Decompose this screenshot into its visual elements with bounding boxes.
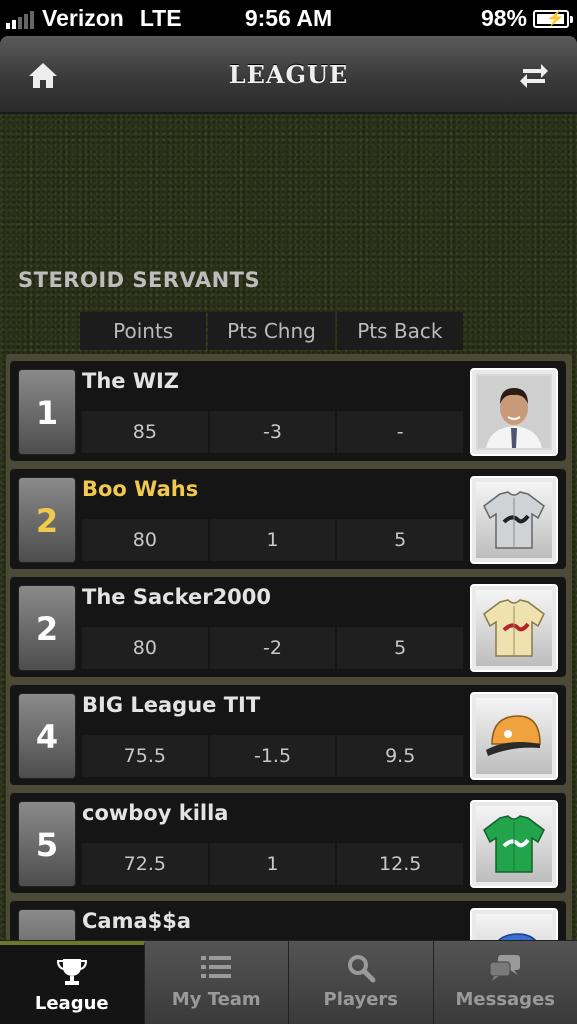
points-value: 85 — [82, 411, 208, 453]
team-name: The WIZ — [82, 369, 180, 393]
points-value: 80 — [82, 627, 208, 669]
rank-badge: 2 — [18, 585, 76, 671]
points-value: 72.5 — [82, 843, 208, 885]
chat-bubbles-icon — [434, 953, 577, 983]
tab-my-team[interactable]: My Team — [144, 941, 289, 1024]
rank-badge: 2 — [18, 477, 76, 563]
standings-row[interactable]: 2 The Sacker2000 80 -2 5 — [10, 577, 566, 677]
points-back-value: 9.5 — [337, 735, 464, 777]
points-back-value: 12.5 — [337, 843, 464, 885]
jersey-icon — [483, 815, 545, 873]
tab-label: Messages — [455, 989, 555, 1010]
league-name: STEROID SERVANTS — [18, 268, 261, 292]
team-avatar — [470, 800, 558, 888]
rank-badge: 1 — [18, 369, 76, 455]
tab-messages[interactable]: Messages — [433, 941, 577, 1024]
column-header-points[interactable]: Points — [80, 312, 207, 350]
points-value: 75.5 — [82, 735, 208, 777]
points-value: 80 — [82, 519, 208, 561]
list-icon — [145, 953, 289, 983]
team-name: Cama$$a — [82, 909, 192, 933]
standings-row[interactable]: 4 BIG League TIT 75.5 -1.5 9.5 — [10, 685, 566, 785]
standings-row[interactable]: 2 Boo Wahs 80 1 5 — [10, 469, 566, 569]
rank-badge: 4 — [18, 693, 76, 779]
man-photo-icon — [478, 376, 550, 448]
search-icon — [289, 953, 433, 983]
standings-row[interactable]: Cama$$a — [10, 901, 566, 940]
tab-players[interactable]: Players — [289, 941, 434, 1024]
points-back-value: - — [337, 411, 464, 453]
trophy-icon — [0, 957, 144, 987]
points-back-value: 5 — [337, 519, 464, 561]
column-header-pts-back[interactable]: Pts Back — [336, 312, 463, 350]
standings-row[interactable]: 1 The WIZ 85 -3 - — [10, 361, 566, 461]
tab-bar: League My Team Players Messages — [0, 940, 577, 1024]
points-change-value: 1 — [209, 843, 336, 885]
tab-league[interactable]: League — [0, 941, 145, 1024]
team-name: The Sacker2000 — [82, 585, 272, 609]
status-bar: Verizon LTE 9:56 AM 98% ⚡ — [0, 0, 577, 36]
team-name: Boo Wahs — [82, 477, 199, 501]
jersey-icon — [483, 599, 545, 657]
team-name: cowboy killa — [82, 801, 229, 825]
points-change-value: 1 — [209, 519, 336, 561]
rank-badge — [18, 909, 76, 940]
rank-badge: 5 — [18, 801, 76, 887]
points-change-value: -2 — [209, 627, 336, 669]
column-header-pts-chng[interactable]: Pts Chng — [208, 312, 335, 350]
page-title: LEAGUE — [228, 60, 349, 89]
content-area[interactable]: STEROID SERVANTS Points Pts Chng Pts Bac… — [0, 114, 577, 940]
team-avatar — [470, 584, 558, 672]
team-avatar — [470, 476, 558, 564]
baseball-cap-icon — [486, 715, 541, 756]
standings-row[interactable]: 5 cowboy killa 72.5 1 12.5 — [10, 793, 566, 893]
team-avatar — [470, 692, 558, 780]
points-back-value: 5 — [337, 627, 464, 669]
tab-label: League — [34, 993, 109, 1014]
swap-arrows-icon[interactable] — [517, 58, 551, 92]
team-avatar — [470, 368, 558, 456]
column-headers: Points Pts Chng Pts Back — [80, 312, 463, 350]
team-avatar — [470, 908, 558, 940]
team-name: BIG League TIT — [82, 693, 261, 717]
jersey-icon — [483, 491, 545, 549]
battery-icon: ⚡ — [533, 9, 573, 28]
points-change-value: -3 — [209, 411, 336, 453]
battery-percent: 98% — [480, 5, 527, 31]
tab-label: My Team — [171, 989, 261, 1010]
helmet-icon — [498, 933, 537, 940]
points-change-value: -1.5 — [209, 735, 336, 777]
tab-label: Players — [323, 989, 399, 1010]
navigation-bar: LEAGUE — [0, 36, 577, 114]
